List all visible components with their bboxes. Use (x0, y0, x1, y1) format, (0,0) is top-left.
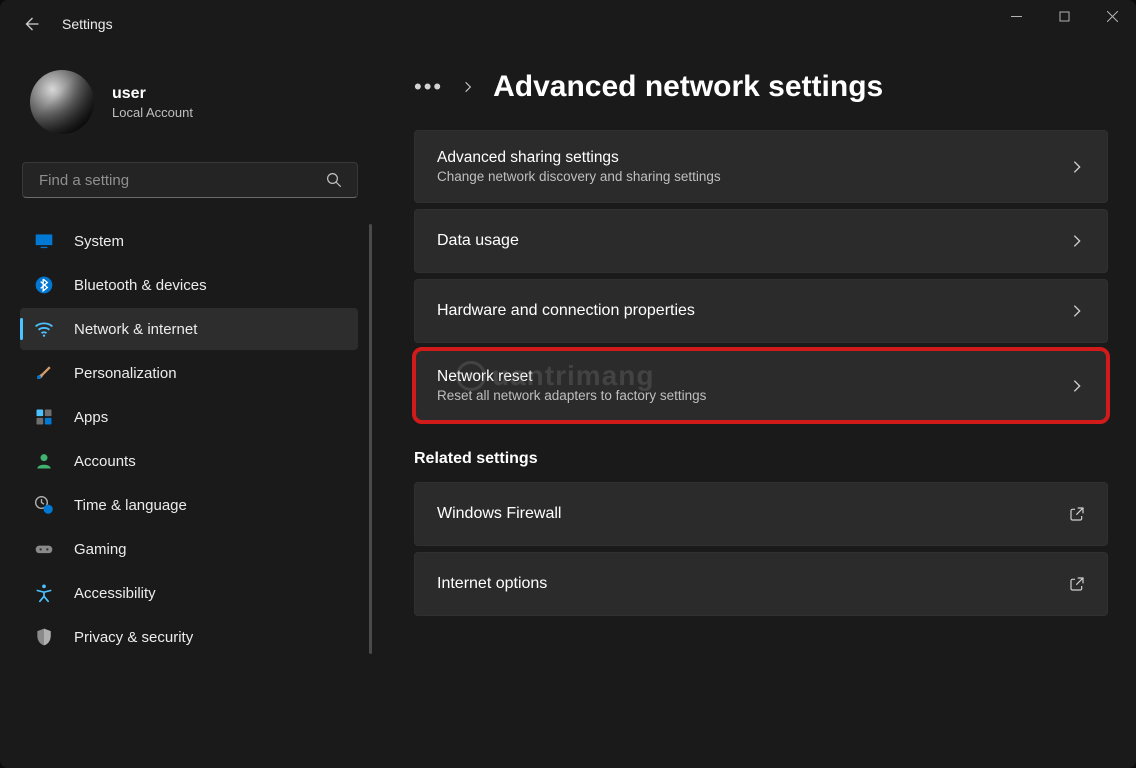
sidebar-item-label: Privacy & security (74, 629, 193, 646)
person-icon (34, 451, 54, 471)
card-advanced-sharing[interactable]: Advanced sharing settings Change network… (414, 130, 1108, 203)
sidebar-item-accessibility[interactable]: Accessibility (20, 572, 358, 614)
sidebar-item-label: Apps (74, 409, 108, 426)
card-title: Data usage (437, 232, 519, 250)
search-input[interactable] (37, 171, 325, 190)
external-link-icon (1069, 506, 1085, 522)
card-title: Advanced sharing settings (437, 149, 721, 167)
apps-icon (34, 407, 54, 427)
user-account-type: Local Account (112, 105, 193, 120)
chevron-right-icon (1069, 233, 1085, 249)
window-close-button[interactable] (1088, 0, 1136, 32)
wifi-icon (34, 319, 54, 339)
card-windows-firewall[interactable]: Windows Firewall (414, 482, 1108, 546)
sidebar-item-apps[interactable]: Apps (20, 396, 358, 438)
card-title: Internet options (437, 575, 547, 593)
search-box[interactable] (22, 162, 358, 198)
card-internet-options[interactable]: Internet options (414, 552, 1108, 616)
bluetooth-icon (34, 275, 54, 295)
card-title: Hardware and connection properties (437, 302, 695, 320)
card-data-usage[interactable]: Data usage (414, 209, 1108, 273)
sidebar-item-label: Network & internet (74, 321, 197, 338)
chevron-right-icon (1069, 378, 1085, 394)
sidebar-item-label: Bluetooth & devices (74, 277, 207, 294)
window-controls (992, 0, 1136, 32)
external-link-icon (1069, 576, 1085, 592)
sidebar-item-accounts[interactable]: Accounts (20, 440, 358, 482)
card-subtitle: Reset all network adapters to factory se… (437, 388, 706, 403)
page-title: Advanced network settings (493, 70, 883, 104)
sidebar-item-privacy[interactable]: Privacy & security (20, 616, 358, 658)
sidebar-item-personalization[interactable]: Personalization (20, 352, 358, 394)
avatar (30, 70, 94, 134)
sidebar-nav: System Bluetooth & devices Network & int… (20, 220, 372, 658)
sidebar-item-label: Personalization (74, 365, 177, 382)
chevron-right-icon (1069, 303, 1085, 319)
clock-globe-icon (34, 495, 54, 515)
breadcrumb: ••• Advanced network settings (414, 70, 1108, 104)
sidebar-item-time-language[interactable]: Time & language (20, 484, 358, 526)
chevron-right-icon (461, 80, 475, 94)
card-title: Network reset (437, 368, 706, 386)
shield-icon (34, 627, 54, 647)
window-minimize-button[interactable] (992, 0, 1040, 32)
sidebar-item-bluetooth[interactable]: Bluetooth & devices (20, 264, 358, 306)
card-title: Windows Firewall (437, 505, 561, 523)
user-name: user (112, 85, 193, 103)
accessibility-icon (34, 583, 54, 603)
brush-icon (34, 363, 54, 383)
search-icon (325, 171, 343, 189)
monitor-icon (34, 231, 54, 251)
gamepad-icon (34, 539, 54, 559)
sidebar-item-label: Gaming (74, 541, 127, 558)
related-settings-heading: Related settings (414, 450, 1108, 468)
card-network-reset[interactable]: Network reset Reset all network adapters… (414, 349, 1108, 422)
sidebar-item-label: System (74, 233, 124, 250)
card-hardware-properties[interactable]: Hardware and connection properties (414, 279, 1108, 343)
sidebar: user Local Account System (0, 48, 380, 768)
sidebar-item-label: Accounts (74, 453, 136, 470)
back-button[interactable] (22, 15, 40, 33)
app-title: Settings (62, 16, 113, 32)
sidebar-item-network[interactable]: Network & internet (20, 308, 358, 350)
card-subtitle: Change network discovery and sharing set… (437, 169, 721, 184)
sidebar-item-system[interactable]: System (20, 220, 358, 262)
window-maximize-button[interactable] (1040, 0, 1088, 32)
main-content: ••• Advanced network settings Advanced s… (380, 48, 1136, 768)
chevron-right-icon (1069, 159, 1085, 175)
sidebar-item-label: Time & language (74, 497, 187, 514)
user-profile[interactable]: user Local Account (20, 60, 372, 162)
sidebar-item-label: Accessibility (74, 585, 156, 602)
sidebar-item-gaming[interactable]: Gaming (20, 528, 358, 570)
